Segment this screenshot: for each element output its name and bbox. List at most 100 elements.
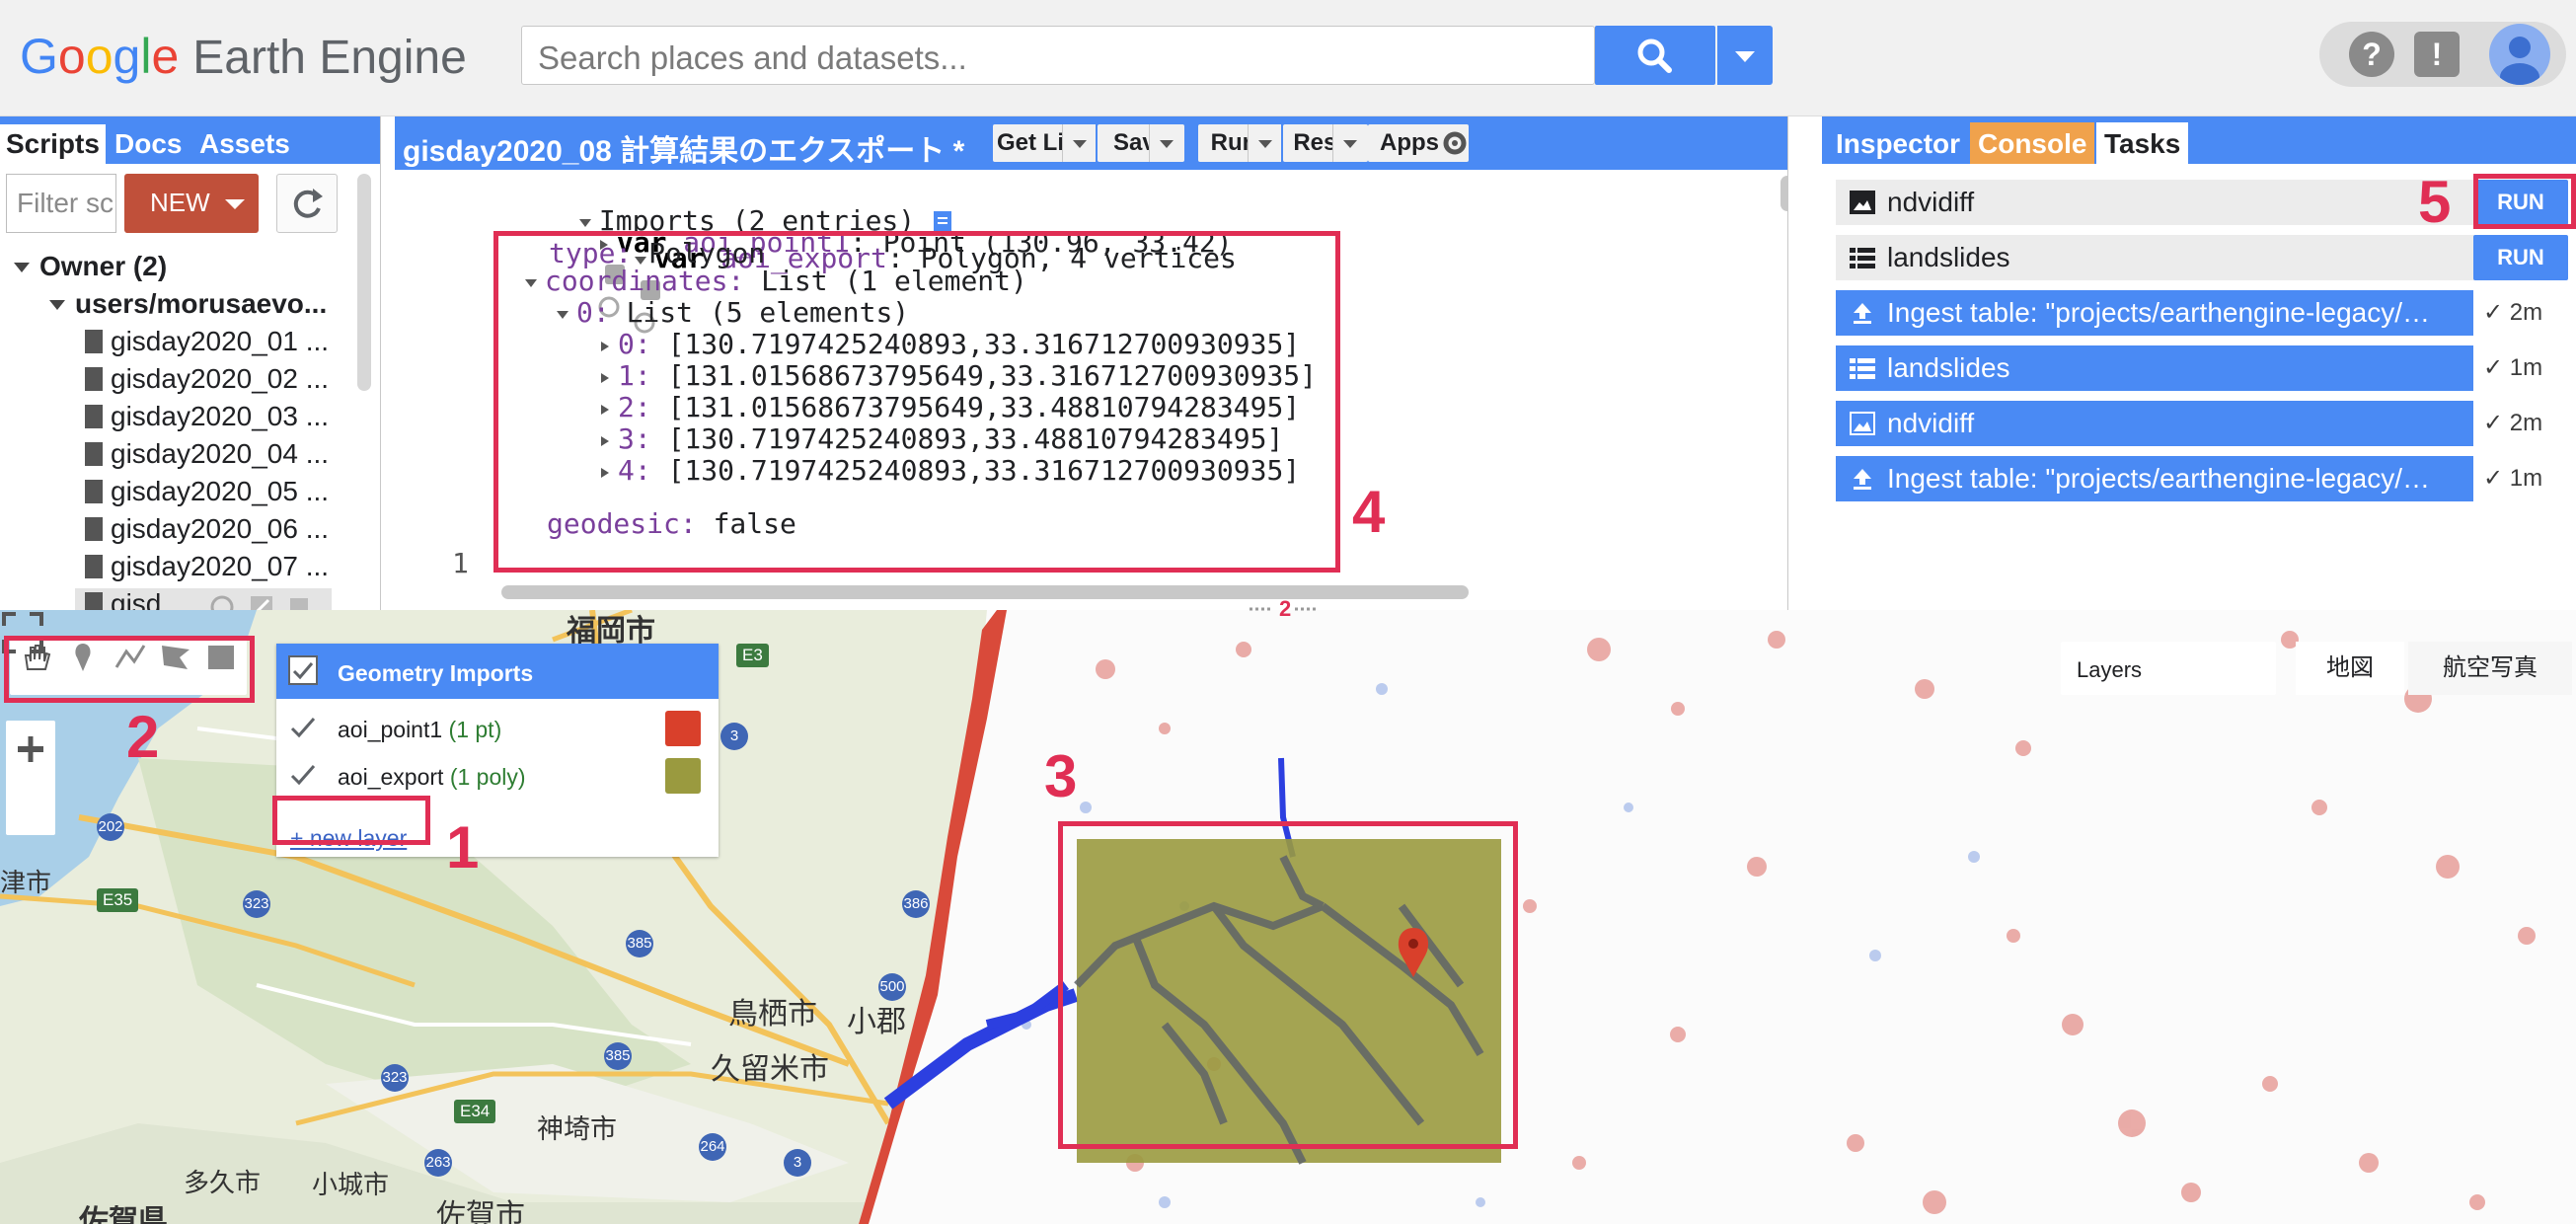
editor-vertical-scrollbar[interactable] [1780,176,1787,211]
coordinate-row[interactable]: 4: [130.7197425240893,33.316712700930935… [598,454,1300,487]
chevron-right-icon [601,405,609,415]
left-scrollbar[interactable] [357,174,371,391]
get-link-options[interactable] [1062,124,1096,162]
tab-console[interactable]: Console [1970,122,2095,164]
layers-button[interactable]: Layers [2061,642,2276,695]
layer-checkbox[interactable] [288,760,318,790]
panel-resize-handle[interactable]: 2 [1240,596,1328,621]
script-item[interactable]: gisday2020_02 ... [85,363,329,401]
place-label: 久留米市 [711,1053,829,1086]
delete-icon[interactable] [286,594,312,610]
chevron-down-icon [525,279,537,287]
annotation-number: 3 [1044,743,1078,809]
script-item[interactable]: gisday2020_03 ... [85,401,329,438]
task-completed[interactable]: ndvidiff [1836,401,2473,446]
script-item[interactable]: gisday2020_01 ... [85,326,329,363]
task-time: 2m [2509,299,2543,326]
refresh-button[interactable] [276,174,338,233]
settings-button[interactable] [1441,124,1469,162]
help-icon[interactable]: ? [2349,32,2394,77]
task-completed[interactable]: Ingest table: "projects/earthengine-lega… [1836,456,2473,501]
tab-assets[interactable]: Assets [193,124,296,164]
upload-icon [1854,469,1871,490]
tab-docs[interactable]: Docs [109,124,188,164]
task-status: ✓ 2m [2483,409,2542,437]
owner-label: Owner [39,251,126,281]
script-title: gisday2020_08 計算結果のエクスポート * [403,135,965,168]
check-icon [292,662,314,680]
coordinate-row[interactable]: 2: [131.01568673795649,33.48810794283495… [598,391,1300,423]
script-item[interactable]: gisday2020_04 ... [85,438,329,476]
script-name: gisday2020_04 ... [111,438,330,469]
layer-row[interactable]: aoi_export (1 poly) [338,764,526,791]
layer-row[interactable]: aoi_point1 (1 pt) [338,717,501,743]
check-icon: ✓ [2483,354,2504,381]
caret-down-icon [1343,140,1357,148]
coordinates-line[interactable]: coordinates: List (1 element) [523,265,1027,297]
task-name: landslides [1887,352,2010,383]
script-item[interactable]: gisday2020_06 ... [85,513,329,551]
run-task-button[interactable]: RUN [2473,235,2568,280]
layer-checkbox[interactable] [288,713,318,742]
save-options[interactable] [1149,124,1182,162]
layer-color-swatch[interactable] [665,758,701,794]
script-item-selected[interactable]: gisd... [75,588,332,610]
reset-options[interactable] [1332,124,1366,162]
coordinate-row[interactable]: 0: [130.7197425240893,33.316712700930935… [598,328,1300,360]
coordinate-row[interactable]: 1: [131.01568673795649,33.31671270093093… [598,359,1317,392]
line-icon[interactable] [113,640,148,675]
check-icon [290,765,316,786]
search-button[interactable] [1595,26,1715,85]
layer-color-swatch[interactable] [665,711,701,746]
list-line[interactable]: 0: List (5 elements) [555,296,909,329]
code-key: 0: [618,328,651,360]
geometry-imports-header[interactable]: Geometry Imports [276,644,719,699]
new-script-button[interactable]: NEW [124,174,259,233]
table-icon [1850,248,1875,268]
geometry-imports-checkbox[interactable] [288,655,318,685]
google-earth-engine-logo[interactable]: Google Earth Engine [20,28,467,87]
task-time: 2m [2509,410,2543,436]
task-completed[interactable]: Ingest table: "projects/earthengine-lega… [1836,290,2473,336]
search-options-button[interactable] [1717,26,1773,85]
history-icon[interactable] [209,594,235,610]
filter-scripts-input[interactable]: Filter sc [6,174,116,233]
tree-owner[interactable]: Owner (2) [12,251,167,288]
logo-letter: g [113,29,141,84]
task-pending[interactable]: landslides [1836,235,2554,280]
polygon-icon[interactable] [158,640,193,675]
script-item[interactable]: gisday2020_07 ... [85,551,329,588]
fullscreen-icon[interactable] [0,610,45,655]
edit-icon[interactable] [249,594,274,610]
script-name: gisday2020_01 ... [111,326,330,356]
task-completed[interactable]: landslides [1836,345,2473,391]
run-options[interactable] [1248,124,1281,162]
tab-inspector[interactable]: Inspector [1828,122,1968,164]
logo-letter: l [140,29,152,84]
rectangle-icon[interactable] [203,640,239,675]
run-task-button[interactable]: RUN [2473,180,2568,225]
caret-down-icon [1258,140,1272,148]
tab-scripts[interactable]: Scripts [0,124,106,164]
tab-tasks[interactable]: Tasks [2096,122,2189,164]
code-area[interactable]: Imports (2 entries) var aoi_point1: Poin… [395,170,1787,610]
search-input[interactable]: Search places and datasets... [521,26,1595,85]
marker-icon[interactable] [65,640,101,675]
account-icon[interactable] [2489,24,2550,85]
layer-count: (1 poly) [449,764,526,790]
map-type-roadmap[interactable]: 地図 [2296,642,2404,695]
map-type-satellite[interactable]: 航空写真 [2408,642,2572,695]
new-layer-link[interactable]: + new layer [290,825,407,852]
zoom-out-button[interactable] [6,721,55,778]
tasks-panel: Inspector Console Tasks ndvidiff RUN lan… [1822,116,2576,610]
apps-button[interactable]: Apps [1368,124,1451,162]
script-item[interactable]: gisday2020_05 ... [85,476,329,513]
editor-horizontal-scrollbar[interactable] [501,585,1469,599]
map-view[interactable]: E3 3 202 E35 323 385 386 500 385 323 E34… [0,610,2576,1224]
task-status: ✓ 1m [2483,464,2542,493]
annotation-number: 1 [446,814,480,880]
coordinate-row[interactable]: 3: [130.7197425240893,33.48810794283495] [598,422,1283,455]
feedback-icon[interactable]: ! [2414,32,2460,77]
road-label: 202 [97,813,124,841]
tree-user-folder[interactable]: users/morusaevo... [47,288,327,326]
